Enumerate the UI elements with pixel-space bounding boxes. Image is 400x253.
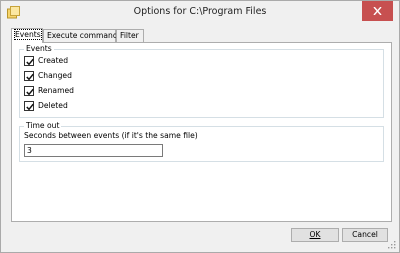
checkmark-icon: [26, 103, 34, 111]
window-title: Options for C:\Program Files: [133, 6, 267, 17]
changed-label: Changed: [38, 71, 72, 80]
tab-filter[interactable]: Filter: [116, 29, 144, 42]
ok-button[interactable]: OK: [291, 228, 339, 242]
seconds-between-events-input[interactable]: [24, 144, 163, 157]
deleted-checkbox[interactable]: [24, 101, 34, 111]
ok-button-label: OK: [309, 230, 321, 239]
tab-execute-command[interactable]: Execute command: [43, 29, 118, 42]
timeout-group: Time out Seconds between events (if it's…: [19, 121, 384, 162]
tab-panel-events: Events Created Changed Renamed Deleted T…: [11, 42, 392, 222]
renamed-checkbox[interactable]: [24, 86, 34, 96]
close-button[interactable]: [362, 1, 393, 21]
cancel-button[interactable]: Cancel: [342, 228, 388, 242]
checkmark-icon: [26, 58, 34, 66]
tab-events-label: Events: [14, 29, 42, 40]
seconds-between-events-label: Seconds between events (if it's the same…: [24, 131, 198, 140]
cancel-button-label: Cancel: [352, 230, 378, 239]
checkmark-icon: [26, 73, 34, 81]
options-dialog: Options for C:\Program Files Events Exec…: [0, 0, 400, 253]
timeout-group-title: Time out: [24, 121, 62, 131]
checkmark-icon: [26, 88, 34, 96]
events-group-title: Events: [24, 44, 54, 54]
close-icon: [373, 7, 382, 15]
resize-grip-icon[interactable]: [388, 241, 396, 249]
created-checkbox[interactable]: [24, 56, 34, 66]
tab-events[interactable]: Events: [11, 28, 43, 43]
deleted-label: Deleted: [38, 101, 68, 110]
changed-checkbox[interactable]: [24, 71, 34, 81]
created-label: Created: [38, 56, 69, 65]
title-bar[interactable]: Options for C:\Program Files: [1, 1, 399, 24]
events-group: Events Created Changed Renamed Deleted: [19, 44, 384, 118]
renamed-label: Renamed: [38, 86, 74, 95]
